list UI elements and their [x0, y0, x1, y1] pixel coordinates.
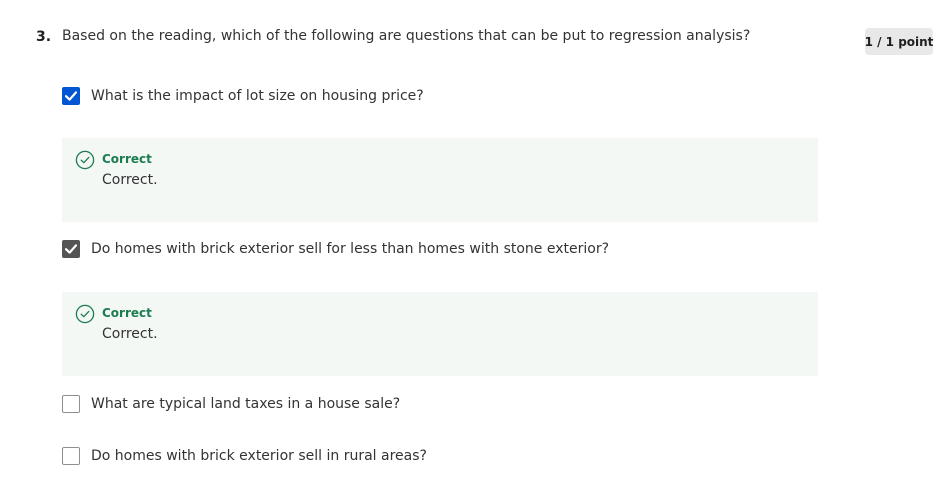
check-icon	[64, 244, 78, 254]
check-circle-icon	[75, 304, 95, 324]
feedback-title: Correct	[102, 152, 152, 166]
check-circle-icon	[75, 150, 95, 170]
feedback-correct: Correct Correct.	[62, 292, 818, 376]
feedback-title: Correct	[102, 306, 152, 320]
checkbox-unchecked[interactable]	[62, 447, 80, 465]
option-2[interactable]: Do homes with brick exterior sell for le…	[62, 240, 609, 258]
feedback-correct: Correct Correct.	[62, 138, 818, 222]
feedback-body: Correct.	[102, 172, 158, 188]
checkbox-unchecked[interactable]	[62, 395, 80, 413]
checkbox-checked[interactable]	[62, 240, 80, 258]
option-1[interactable]: What is the impact of lot size on housin…	[62, 87, 424, 105]
checkbox-checked[interactable]	[62, 87, 80, 105]
option-3[interactable]: What are typical land taxes in a house s…	[62, 395, 400, 413]
option-label: Do homes with brick exterior sell for le…	[91, 241, 610, 257]
option-4[interactable]: Do homes with brick exterior sell in rur…	[62, 447, 427, 465]
score-badge: 1 / 1 point	[865, 28, 933, 55]
feedback-body: Correct.	[102, 326, 158, 342]
option-label: What are typical land taxes in a house s…	[91, 396, 401, 412]
question-number: 3.	[36, 29, 52, 45]
option-label: What is the impact of lot size on housin…	[91, 88, 424, 104]
question-text: Based on the reading, which of the follo…	[62, 28, 751, 44]
check-icon	[64, 91, 78, 101]
option-label: Do homes with brick exterior sell in rur…	[91, 448, 427, 464]
